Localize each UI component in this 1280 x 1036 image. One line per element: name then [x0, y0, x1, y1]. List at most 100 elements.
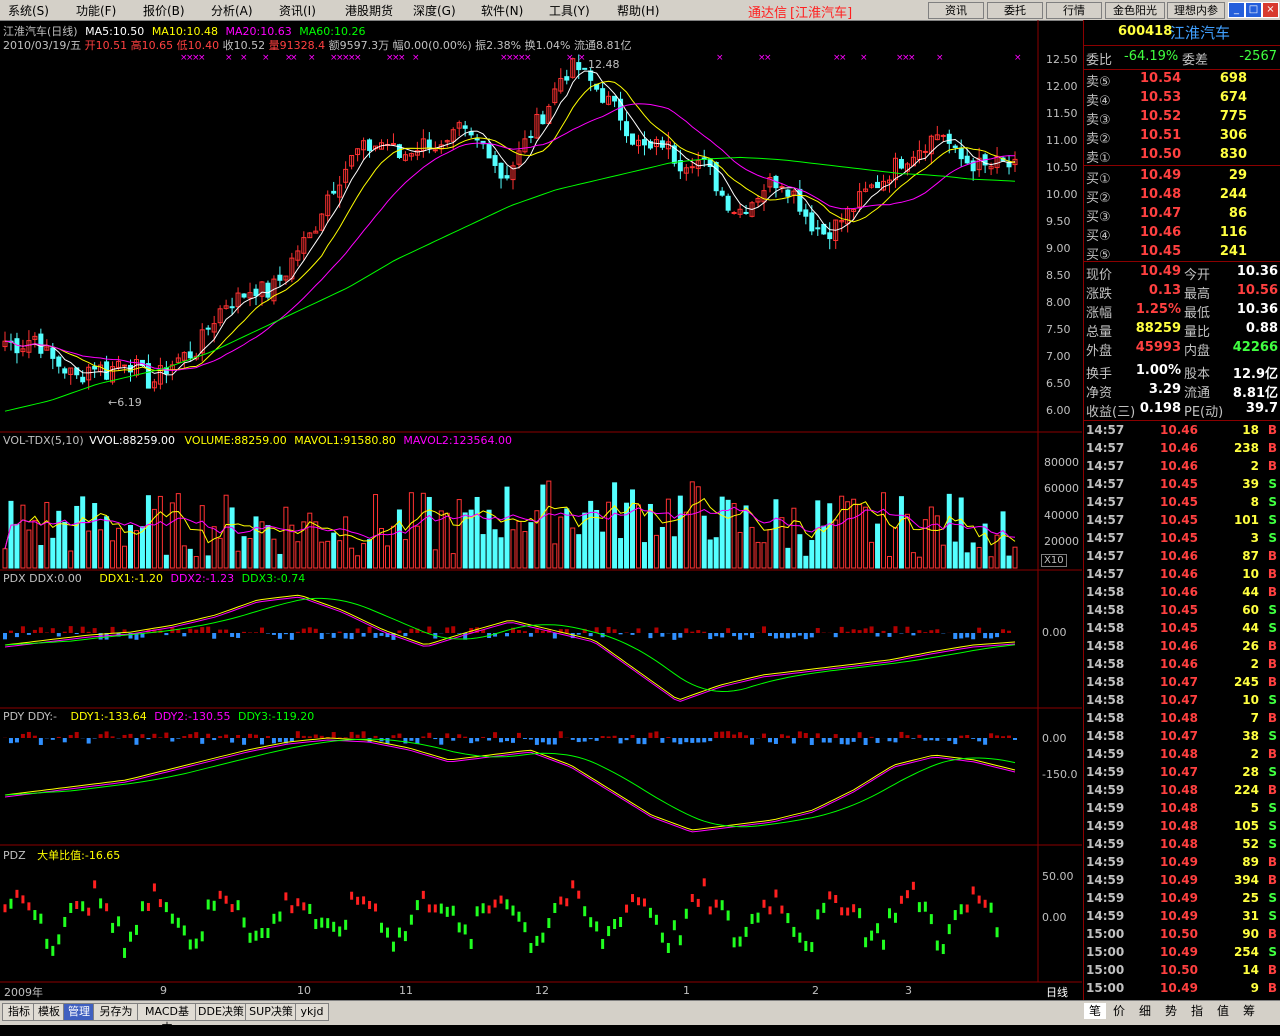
tick-direction: S — [1268, 693, 1277, 707]
menu-hk-futures[interactable]: 港股期货 — [345, 2, 393, 19]
ddx-bar — [923, 632, 927, 633]
right-tab-detail[interactable]: 细 — [1134, 1003, 1156, 1019]
volume-bar — [499, 538, 503, 568]
tab-save-as[interactable]: 另存为 — [93, 1003, 139, 1021]
ddx-bar — [792, 633, 796, 637]
tick-price: 10.49 — [1160, 873, 1198, 887]
ddy-bar — [1013, 738, 1017, 740]
pdy-header: PDY DDY:- DDY1:-133.64 DDY2:-130.55 DDY3… — [3, 710, 314, 723]
volume-bar — [660, 527, 664, 568]
volume-bar — [702, 516, 706, 568]
tab-dde[interactable]: DDE决策 — [195, 1003, 247, 1021]
tick-direction: S — [1268, 495, 1277, 509]
menu-system[interactable]: 系统(S) — [8, 2, 49, 19]
volume-bar — [332, 533, 336, 568]
volume-bar — [810, 541, 814, 568]
right-tab-price[interactable]: 价 — [1108, 1003, 1130, 1019]
tick-time: 14:58 — [1086, 621, 1124, 635]
ddx-bar — [63, 632, 67, 633]
stat-value: 88259 — [1136, 321, 1181, 336]
candle-up — [391, 144, 395, 145]
tab-template[interactable]: 模板 — [33, 1003, 65, 1021]
ddy-bar — [768, 738, 772, 742]
toolbar-ideal-reference-button[interactable]: 理想内参 — [1167, 2, 1225, 19]
right-tab-chips[interactable]: 筹 — [1238, 1003, 1260, 1019]
quote-panel: 600418 江淮汽车 委比 -64.19% 委差 -2567 卖⑤10.546… — [1083, 20, 1280, 1000]
volume-header: VOL-TDX(5,10) VVOL:88259.00 VOLUME:88259… — [3, 434, 512, 447]
stat-row: 换手1.00%股本12.9亿 — [1084, 363, 1280, 382]
pdz-axis-50: 50.00 — [1042, 870, 1074, 883]
volume-bar — [15, 524, 19, 568]
right-tab-trend[interactable]: 势 — [1160, 1003, 1182, 1019]
right-tab-ticks[interactable]: 笔 — [1084, 1003, 1106, 1019]
ddy-bar — [654, 731, 658, 738]
tick-direction: B — [1268, 783, 1277, 797]
ddy-bar — [810, 738, 814, 745]
price-tick-label: 8.00 — [1046, 296, 1071, 309]
tab-ykjd[interactable]: ykjd — [295, 1003, 329, 1021]
tick-direction: B — [1268, 459, 1277, 473]
signal-mark: × — [398, 53, 406, 63]
ddy-bar — [708, 738, 712, 741]
price-tick-label: 9.50 — [1046, 215, 1071, 228]
right-tab-value[interactable]: 值 — [1212, 1003, 1234, 1019]
candle-down — [583, 68, 587, 69]
toolbar-golden-sun-button[interactable]: 金色阳光 — [1105, 2, 1165, 19]
candle-up — [433, 150, 437, 151]
candle-up — [123, 365, 127, 366]
volume-bar — [756, 542, 760, 568]
menu-quote[interactable]: 报价(B) — [143, 2, 185, 19]
ddy-bar — [983, 738, 987, 745]
toolbar-market-button[interactable]: 行情 — [1046, 2, 1102, 19]
right-tab-indicator[interactable]: 指 — [1186, 1003, 1208, 1019]
ddy-bar — [463, 737, 467, 738]
tab-indicator[interactable]: 指标 — [2, 1003, 36, 1021]
ddy1-line — [5, 738, 1015, 830]
sell-volume: 698 — [1220, 71, 1247, 86]
volume-bar — [266, 526, 270, 568]
maximize-icon[interactable]: □ — [1245, 2, 1262, 18]
tick-volume: 10 — [1242, 567, 1259, 581]
menu-news[interactable]: 资讯(I) — [279, 2, 316, 19]
chart-svg[interactable]: ××××××××××××××××××××××××××××××××××××× — [0, 20, 1082, 1000]
menu-depth[interactable]: 深度(G) — [413, 2, 456, 19]
ddx-bar — [1001, 629, 1005, 633]
volume-bar — [224, 495, 228, 568]
ddx-bar — [565, 629, 569, 633]
tab-manage[interactable]: 管理 — [63, 1003, 95, 1021]
menu-software[interactable]: 软件(N) — [481, 2, 523, 19]
ddy-bar — [965, 735, 969, 738]
ddy-bar — [1001, 736, 1005, 738]
ddx-bar — [445, 627, 449, 633]
ddx-bar — [762, 626, 766, 633]
menu-help[interactable]: 帮助(H) — [617, 2, 659, 19]
tick-price: 10.48 — [1160, 783, 1198, 797]
stat-row: 涨跌0.13最高10.56 — [1084, 283, 1280, 302]
tick-price: 10.48 — [1160, 747, 1198, 761]
tab-sup[interactable]: SUP决策 — [245, 1003, 297, 1021]
chart-area[interactable]: ××××××××××××××××××××××××××××××××××××× 江淮… — [0, 20, 1082, 1000]
tab-macd[interactable]: MACD基本 — [137, 1003, 197, 1021]
low-annotation: ←6.19 — [108, 396, 142, 409]
menu-analysis[interactable]: 分析(A) — [211, 2, 253, 19]
buy-volume: 86 — [1229, 206, 1247, 221]
close-icon[interactable]: × — [1262, 2, 1279, 18]
menu-function[interactable]: 功能(F) — [76, 2, 116, 19]
ddy-bar — [947, 738, 951, 741]
ddx-bar — [21, 626, 25, 633]
toolbar-news-button[interactable]: 资讯 — [928, 2, 984, 19]
period-daily-label[interactable]: 日线 — [1046, 984, 1068, 1000]
tick-price: 10.47 — [1160, 675, 1198, 689]
ddy-bar — [613, 736, 617, 738]
ddy-bar — [601, 736, 605, 738]
toolbar-order-button[interactable]: 委托 — [987, 2, 1043, 19]
ddy-bar — [272, 738, 276, 743]
ddx-bar — [236, 633, 240, 638]
ddx1-value: DDX1:-1.20 — [99, 572, 163, 585]
volume-bar — [403, 540, 407, 568]
tick-volume: 38 — [1242, 729, 1259, 743]
ddy-bar — [870, 737, 874, 738]
pdz-header: PDZ 大单比值:-16.65 — [3, 847, 120, 863]
minimize-icon[interactable]: _ — [1228, 2, 1245, 18]
menu-tools[interactable]: 工具(Y) — [549, 2, 590, 19]
